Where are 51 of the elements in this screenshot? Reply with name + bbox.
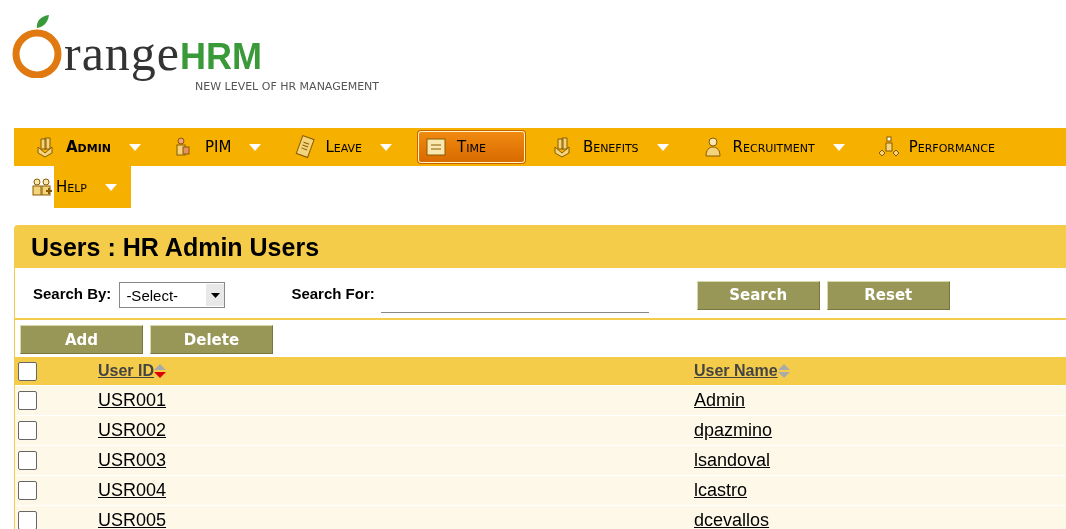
- menu-label: Benefits: [582, 138, 639, 156]
- column-header[interactable]: User Name: [694, 362, 778, 380]
- dropdown-arrow-icon: [656, 143, 669, 151]
- column-header[interactable]: User ID: [98, 362, 155, 380]
- logo-tagline: NEW LEVEL OF HR MANAGEMENT: [195, 80, 380, 93]
- checkbox[interactable]: [18, 451, 37, 470]
- menu-item[interactable]: Performance: [870, 135, 1001, 159]
- caret-icon: [210, 292, 220, 298]
- sort-icon[interactable]: [154, 364, 167, 378]
- menu-label: Help: [56, 178, 87, 196]
- user-id-link[interactable]: USR002: [98, 420, 167, 441]
- user-id-link[interactable]: USR001: [98, 390, 167, 411]
- user-name-link[interactable]: dpazmino: [694, 420, 773, 441]
- org-chart-icon: [876, 135, 901, 159]
- people-plus-icon: [30, 175, 54, 199]
- search-by-select[interactable]: -Select-: [119, 282, 226, 308]
- user-id-link[interactable]: USR003: [98, 450, 167, 471]
- menu-label: Performance: [908, 138, 995, 156]
- menu-label: Time: [457, 138, 486, 156]
- user-name-link[interactable]: lcastro: [694, 480, 747, 501]
- fruit-logo-icon: [10, 14, 64, 78]
- checkbox[interactable]: [18, 391, 37, 410]
- checkbox[interactable]: [18, 361, 37, 381]
- user-name-link[interactable]: Admin: [694, 390, 746, 411]
- menu-label: Recruitment: [732, 138, 815, 156]
- user-name-link[interactable]: lsandoval: [694, 450, 771, 471]
- user-id-link[interactable]: USR005: [98, 510, 167, 529]
- menu-item[interactable]: Help: [54, 166, 131, 208]
- menu-label: Leave: [325, 138, 363, 156]
- search-by-label: Search By:: [33, 284, 112, 302]
- menu-item[interactable]: Time: [418, 131, 525, 163]
- checkbox[interactable]: [18, 481, 37, 500]
- menu-item[interactable]: Recruitment: [694, 135, 851, 159]
- dropdown-arrow-icon: [105, 183, 117, 191]
- menu-item[interactable]: Admin: [28, 135, 147, 159]
- checkbox[interactable]: [18, 421, 37, 440]
- menu-item[interactable]: Benefits: [544, 135, 675, 159]
- user-id-link[interactable]: USR004: [98, 480, 167, 501]
- menu-label: PIM: [205, 138, 232, 156]
- logo-brand: HRM: [180, 36, 263, 78]
- dropdown-arrow-icon: [249, 143, 262, 151]
- dropdown-arrow-icon: [832, 143, 845, 151]
- user-name-link[interactable]: dcevallos: [694, 510, 770, 529]
- menu-item[interactable]: PIM: [167, 135, 268, 159]
- search-for-label: Search For:: [291, 284, 375, 302]
- menu-label: Admin: [66, 138, 111, 156]
- checkbox[interactable]: [18, 511, 37, 529]
- panel-title: Users : HR Admin Users: [31, 232, 320, 262]
- dropdown-arrow-icon: [380, 143, 393, 151]
- menu-item[interactable]: Leave: [287, 135, 399, 159]
- dropdown-arrow-icon: [129, 143, 141, 151]
